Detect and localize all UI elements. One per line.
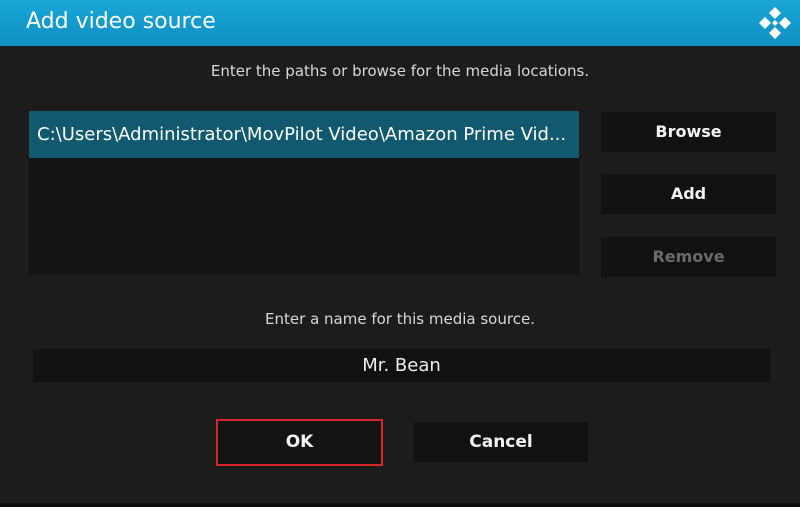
ok-button[interactable]: OK xyxy=(216,419,383,466)
add-video-source-dialog: Add video source Enter the paths or brow… xyxy=(0,0,800,507)
cancel-button[interactable]: Cancel xyxy=(414,422,588,462)
source-name-input[interactable]: Mr. Bean xyxy=(33,349,770,382)
remove-button[interactable]: Remove xyxy=(601,237,776,277)
name-instruction: Enter a name for this media source. xyxy=(265,310,535,328)
dialog-title: Add video source xyxy=(26,9,216,34)
dialog-titlebar: Add video source xyxy=(0,0,800,46)
kodi-logo-icon xyxy=(759,7,791,39)
add-button[interactable]: Add xyxy=(601,174,776,214)
path-list-item[interactable]: C:\Users\Administrator\MovPilot Video\Am… xyxy=(29,111,579,158)
source-path-list[interactable]: C:\Users\Administrator\MovPilot Video\Am… xyxy=(29,111,579,275)
bottom-edge xyxy=(0,503,800,507)
paths-instruction: Enter the paths or browse for the media … xyxy=(210,62,590,80)
browse-button[interactable]: Browse xyxy=(601,112,776,152)
